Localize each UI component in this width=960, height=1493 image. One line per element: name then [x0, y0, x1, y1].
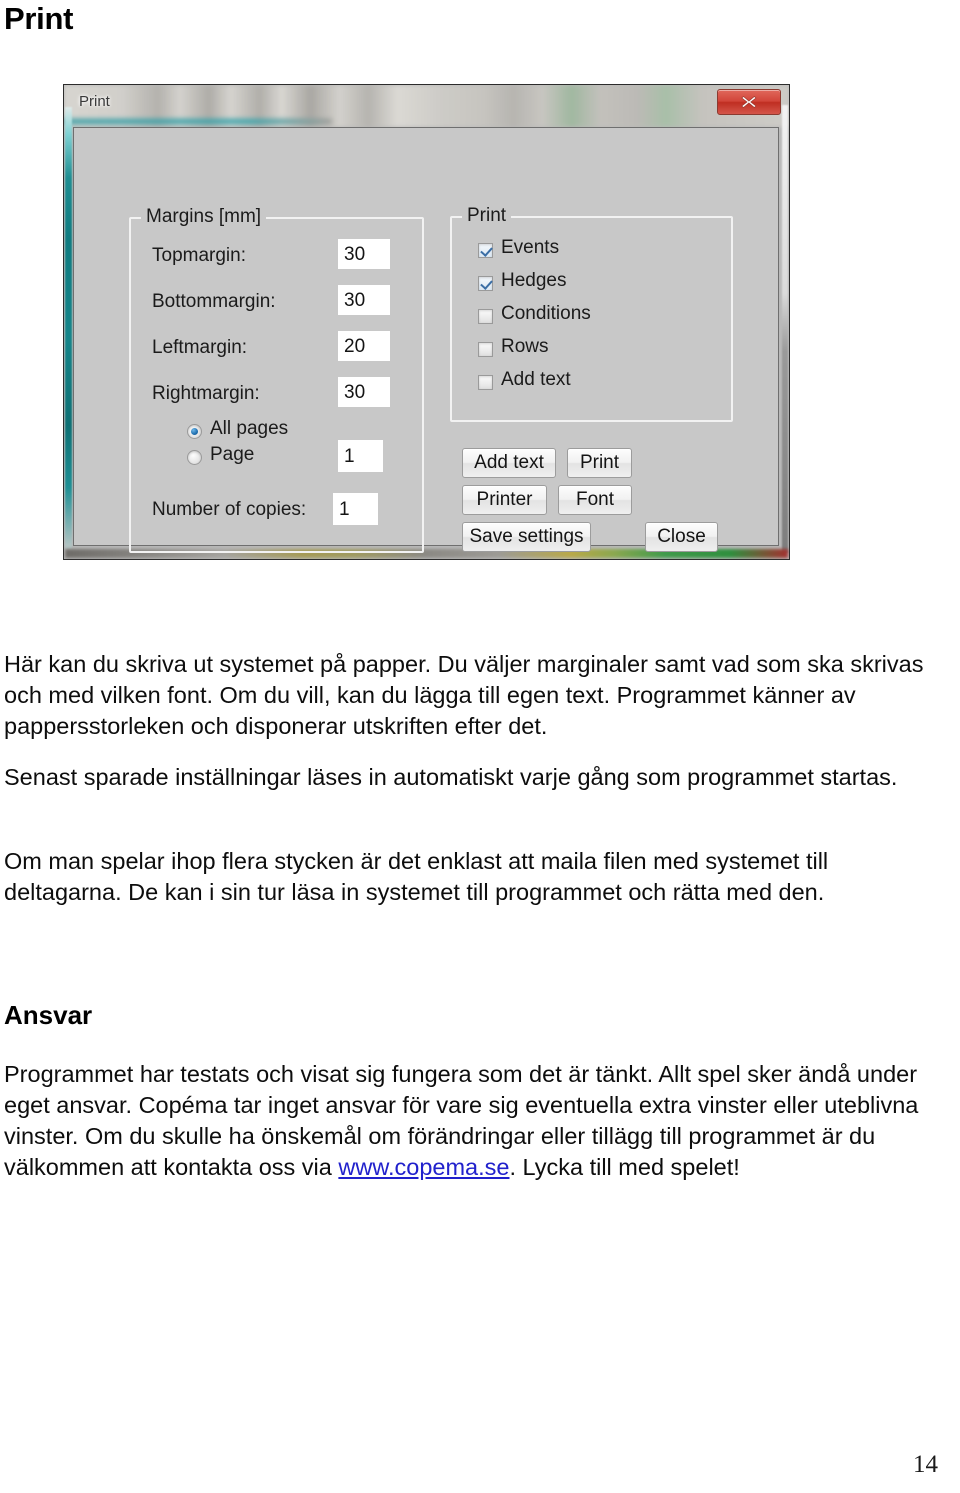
close-icon — [740, 94, 758, 110]
paragraph-liability: Programmet har testats och visat sig fun… — [4, 1059, 934, 1183]
window-left-glass-edge — [65, 107, 72, 549]
checkbox-events-label[interactable]: Events — [501, 237, 559, 259]
add-text-button[interactable]: Add text — [462, 448, 556, 478]
font-button[interactable]: Font — [558, 485, 632, 515]
checkbox-conditions[interactable] — [478, 309, 493, 324]
section-heading-ansvar: Ansvar — [4, 1000, 93, 1030]
paragraph-intro: Här kan du skriva ut systemet på papper.… — [4, 651, 924, 739]
copema-website-link[interactable]: www.copema.se — [338, 1154, 509, 1180]
rightmargin-label: Rightmargin: — [152, 383, 260, 404]
checkbox-hedges-label[interactable]: Hedges — [501, 270, 567, 292]
page-number: 14 — [913, 1451, 938, 1478]
margins-groupbox-legend: Margins [mm] — [141, 206, 267, 228]
paragraph-saved-settings: Senast sparade inställningar läses in au… — [4, 764, 898, 790]
dialog-window-frame: Print Margins [mm] Topmargin: 30 Bottomm… — [63, 84, 790, 560]
print-button[interactable]: Print — [567, 448, 632, 478]
radio-all-pages[interactable] — [187, 424, 202, 439]
number-of-copies-label: Number of copies: — [152, 499, 307, 520]
radio-single-page-label[interactable]: Page — [210, 444, 254, 466]
page-number-input[interactable]: 1 — [338, 440, 383, 472]
save-settings-button[interactable]: Save settings — [462, 522, 591, 552]
checkbox-events[interactable] — [478, 243, 493, 258]
titlebar-glass-background — [64, 85, 789, 127]
radio-all-pages-label[interactable]: All pages — [210, 418, 288, 440]
bottommargin-label: Bottommargin: — [152, 291, 276, 312]
printer-button[interactable]: Printer — [462, 485, 547, 515]
leftmargin-input[interactable]: 20 — [338, 331, 390, 361]
checkbox-add-text[interactable] — [478, 375, 493, 390]
checkbox-conditions-label[interactable]: Conditions — [501, 303, 591, 325]
liability-text-after-link: . Lycka till med spelet! — [509, 1154, 740, 1180]
dialog-client-area: Margins [mm] Topmargin: 30 Bottommargin:… — [73, 127, 779, 553]
rightmargin-input[interactable]: 30 — [338, 377, 390, 407]
close-window-button[interactable] — [717, 89, 781, 115]
checkbox-rows-label[interactable]: Rows — [501, 336, 549, 358]
checkbox-hedges[interactable] — [478, 276, 493, 291]
page-title: Print — [4, 1, 74, 36]
paragraph-sharing: Om man spelar ihop flera stycken är det … — [4, 848, 829, 905]
topmargin-input[interactable]: 30 — [338, 239, 390, 269]
close-button[interactable]: Close — [645, 522, 718, 552]
print-options-groupbox-legend: Print — [462, 205, 512, 227]
topmargin-label: Topmargin: — [152, 245, 246, 266]
window-right-glass-edge — [782, 105, 788, 553]
checkbox-rows[interactable] — [478, 342, 493, 357]
leftmargin-label: Leftmargin: — [152, 337, 248, 358]
checkbox-add-text-label[interactable]: Add text — [501, 369, 571, 391]
print-dialog-screenshot: Print Margins [mm] Topmargin: 30 Bottomm… — [63, 84, 790, 560]
radio-single-page[interactable] — [187, 450, 202, 465]
window-title: Print — [79, 93, 110, 110]
bottommargin-input[interactable]: 30 — [338, 285, 390, 315]
number-of-copies-input[interactable]: 1 — [333, 493, 378, 525]
